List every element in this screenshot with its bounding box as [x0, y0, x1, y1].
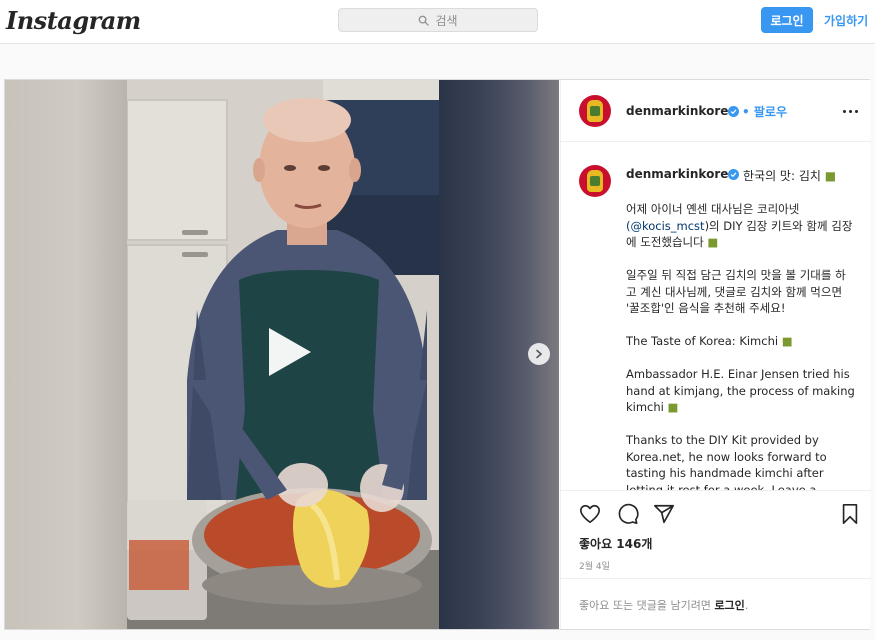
follow-button[interactable]: • 팔로우: [742, 103, 787, 120]
media-blur-left: [5, 80, 127, 629]
play-icon[interactable]: [257, 322, 317, 382]
caption-paragraph: Thanks to the DIY Kit provided by Korea.…: [626, 433, 827, 490]
signup-link[interactable]: 가입하기: [824, 12, 868, 29]
heart-icon[interactable]: [579, 503, 601, 525]
instagram-logo[interactable]: Instagram: [6, 6, 141, 35]
comment-login-link[interactable]: 로그인: [714, 599, 744, 612]
caption-paragraph: 어제 아이너 옌센 대사님은 코리아넷 (@kocis_mcst)의 DIY 김…: [626, 202, 853, 249]
search-input[interactable]: 검색: [338, 8, 538, 32]
login-button[interactable]: 로그인: [761, 7, 813, 33]
share-icon[interactable]: [653, 503, 675, 525]
mention-link[interactable]: (@kocis_mcst: [626, 219, 705, 233]
verified-icon: [728, 169, 739, 180]
bookmark-icon[interactable]: [839, 503, 861, 525]
caption-text: 어제 아이너 옌센 대사님은 코리아넷 (@kocis_mcst)의 DIY 김…: [626, 201, 856, 490]
caption-title: 한국의 맛: 김치 ■: [743, 169, 837, 183]
caption-area: denmarkinkorea 한국의 맛: 김치 ■ 어제 아이너 옌센 대사님…: [561, 143, 871, 490]
caption-paragraph: Ambassador H.E. Einar Jensen tried his h…: [626, 367, 855, 414]
caption-paragraph: 일주일 뒤 직접 담근 김치의 맛을 볼 기대를 하고 계신 대사님께, 댓글로…: [626, 268, 846, 315]
chevron-right-icon: [536, 349, 543, 359]
post-actions: 좋아요 146개 2월 4일: [561, 490, 871, 578]
post-media[interactable]: [5, 80, 559, 629]
next-media-button[interactable]: [528, 343, 550, 365]
avatar[interactable]: [579, 95, 611, 127]
verified-icon: [728, 106, 739, 117]
comment-bar: 좋아요 또는 댓글을 남기려면 로그인.: [561, 578, 871, 629]
search-placeholder: 검색: [435, 13, 458, 28]
caption-paragraph: The Taste of Korea: Kimchi ■: [626, 334, 793, 348]
top-nav: Instagram 검색 로그인 가입하기: [0, 0, 875, 44]
post-date[interactable]: 2월 4일: [579, 559, 610, 572]
likes-count[interactable]: 좋아요 146개: [579, 535, 652, 552]
caption-username[interactable]: denmarkinkorea: [626, 167, 736, 181]
comment-prompt: 좋아요 또는 댓글을 남기려면 로그인.: [579, 599, 749, 612]
post-header: denmarkinkorea • 팔로우: [561, 80, 871, 142]
comment-icon[interactable]: [617, 503, 639, 525]
caption-avatar[interactable]: [579, 165, 611, 197]
search-icon: [419, 15, 430, 26]
post-side-panel: denmarkinkorea • 팔로우 denmarkinkorea 한국의 …: [560, 80, 871, 629]
post-username[interactable]: denmarkinkorea: [626, 104, 736, 118]
post-card: denmarkinkorea • 팔로우 denmarkinkorea 한국의 …: [4, 79, 871, 630]
more-icon[interactable]: [843, 110, 861, 114]
